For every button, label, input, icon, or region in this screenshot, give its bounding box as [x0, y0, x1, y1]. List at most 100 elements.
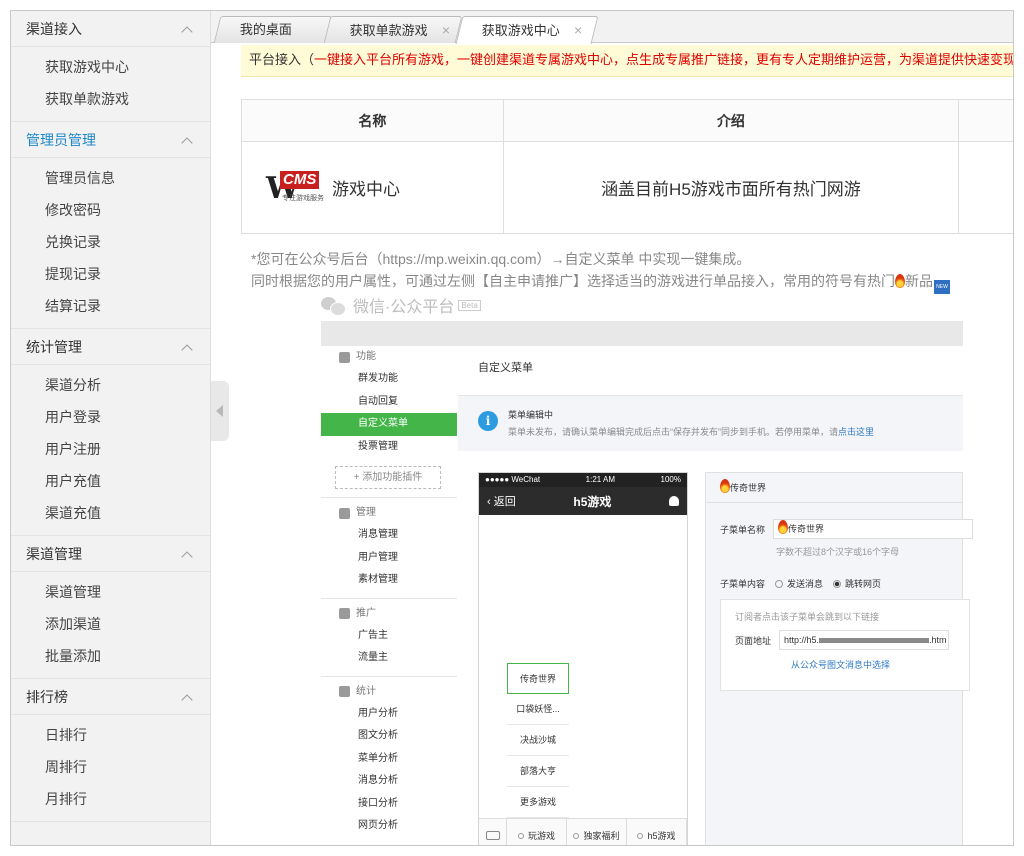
wechat-nav-item[interactable]: 素材管理: [321, 569, 457, 592]
submenu-item[interactable]: 更多游戏: [507, 787, 569, 818]
wechat-content: 自定义菜单 i 菜单编辑中 菜单未发布，请确认菜单编辑完成后点击“保存并发布”同…: [458, 346, 974, 845]
sidebar-group-title: 统计管理: [26, 338, 82, 355]
sidebar-item[interactable]: 用户注册: [11, 433, 210, 465]
sidebar-item[interactable]: 日排行: [11, 719, 210, 751]
table-header-row: 名称 介绍: [241, 99, 1013, 142]
pick-from-articles-link[interactable]: 从公众号图文消息中选择: [791, 658, 890, 671]
sidebar-item[interactable]: 修改密码: [11, 194, 210, 226]
sidebar-item[interactable]: 月排行: [11, 783, 210, 815]
wechat-nav-item[interactable]: 消息管理: [321, 524, 457, 547]
column-header-name: 名称: [241, 99, 504, 142]
sidebar-group-header[interactable]: 渠道接入: [11, 11, 210, 47]
sidebar-item[interactable]: 用户登录: [11, 401, 210, 433]
notice-bar: 平台接入（一键接入平台所有游戏，一键创建渠道专属游戏中心，点生成专属推广链接，更…: [241, 45, 1013, 77]
wechat-nav-item[interactable]: 消息分析: [321, 770, 457, 793]
sidebar-group-title: 渠道管理: [26, 545, 82, 562]
wechat-nav-section: 功能: [321, 346, 457, 368]
sidebar-item[interactable]: 提现记录: [11, 258, 210, 290]
app-window: 渠道接入 获取游戏中心 获取单款游戏 管理员管理 管理员信息 修改密码 兑换记录 提现记录 结算…: [10, 10, 1014, 846]
wechat-screenshot: 微信·公众平台 Beta 功能 群发功能 自动回复 自定义菜单 投票管理 + 添加功能插件…: [321, 293, 974, 845]
wechat-topbar: [321, 321, 963, 346]
chevron-up-icon[interactable]: [182, 135, 192, 145]
wechat-nav-item[interactable]: 自动回复: [321, 391, 457, 414]
submenu-item[interactable]: 决战沙城: [507, 725, 569, 756]
chevron-up-icon[interactable]: [182, 549, 192, 559]
sidebar: 渠道接入获取游戏中心 获取单款游戏管理员管理管理员信息 修改密码 兑换记录 提现记录 结算…: [11, 11, 211, 845]
table-row: W CMS 专注游戏服务 游戏中心 涵盖目前H5游戏市面所有热门网游: [241, 141, 1013, 234]
game-name: 游戏中心: [332, 180, 400, 199]
close-icon[interactable]: ×: [574, 17, 582, 43]
sidebar-item[interactable]: 周排行: [11, 751, 210, 783]
tab-label: 我的桌面: [239, 22, 292, 37]
game-center-table: 名称 介绍 W CMS 专注游戏服务 游戏中心 涵盖目前H5游戏市面所有热门网游: [241, 99, 1013, 234]
sidebar-item[interactable]: 获取游戏中心: [11, 51, 210, 83]
close-icon[interactable]: ×: [442, 17, 450, 43]
menu-item-h5[interactable]: h5游戏: [627, 819, 687, 845]
section-icon: [339, 351, 350, 363]
chevron-up-icon[interactable]: [182, 342, 192, 352]
phone-menu-bar: 玩游戏 独家福利 h5游戏: [479, 818, 687, 845]
collapse-sidebar-handle[interactable]: [211, 381, 229, 441]
wechat-nav-item[interactable]: 用户管理: [321, 547, 457, 570]
sidebar-item[interactable]: 渠道分析: [11, 369, 210, 401]
radio-send-message[interactable]: [775, 579, 784, 588]
sidebar-item[interactable]: 批量添加: [11, 640, 210, 672]
tab-label: 获取单款游戏: [349, 23, 428, 38]
click-here-link[interactable]: 点击这里: [838, 427, 874, 437]
sidebar-group-header[interactable]: 排行榜: [11, 679, 210, 715]
submenu-item[interactable]: 口袋妖怪...: [507, 694, 569, 725]
fire-icon: [895, 274, 905, 288]
info-icon: i: [478, 411, 498, 431]
wechat-nav-item[interactable]: 接口分析: [321, 793, 457, 816]
wechat-nav-item[interactable]: 流量主: [321, 647, 457, 670]
wechat-nav-item[interactable]: 用户分析: [321, 703, 457, 726]
wechat-nav-item[interactable]: 菜单分析: [321, 748, 457, 771]
tab-single-game[interactable]: 获取单款游戏 ×: [323, 16, 463, 43]
sidebar-item[interactable]: 管理员信息: [11, 162, 210, 194]
sidebar-group-header[interactable]: 管理员管理: [11, 122, 210, 158]
page-url-input[interactable]: http://h5. .htm: [779, 630, 950, 650]
sidebar-item[interactable]: 获取单款游戏: [11, 83, 210, 115]
tab-game-center[interactable]: 获取游戏中心 ×: [455, 16, 599, 44]
main-content: 平台接入（一键接入平台所有游戏，一键创建渠道专属游戏中心，点生成专属推广链接，更…: [229, 43, 1013, 845]
submenu-name-input[interactable]: 传奇世界: [773, 519, 974, 539]
sidebar-item[interactable]: 结算记录: [11, 290, 210, 322]
user-icon[interactable]: [669, 496, 679, 506]
wechat-nav-item[interactable]: 图文分析: [321, 725, 457, 748]
menu-item-play[interactable]: 玩游戏: [507, 819, 567, 845]
notice-prefix: 平台接入（: [249, 52, 315, 67]
submenu-item[interactable]: 部落大亨: [507, 756, 569, 787]
sidebar-group-header[interactable]: 统计管理: [11, 329, 210, 365]
phone-preview: ●●●●● WeChat 1:21 AM 100% ‹ 返回 h5游戏 传奇世界 口袋…: [478, 472, 688, 845]
sidebar-item[interactable]: 用户充值: [11, 465, 210, 497]
chevron-up-icon[interactable]: [182, 692, 192, 702]
sidebar-group-header[interactable]: 渠道管理: [11, 536, 210, 572]
sidebar-item[interactable]: 兑换记录: [11, 226, 210, 258]
sidebar-item[interactable]: 渠道管理: [11, 576, 210, 608]
sidebar-item[interactable]: 添加渠道: [11, 608, 210, 640]
name-cell: W CMS 专注游戏服务 游戏中心: [241, 141, 504, 234]
add-plugin-button[interactable]: + 添加功能插件: [335, 466, 441, 489]
back-button[interactable]: ‹ 返回: [487, 493, 516, 509]
wechat-nav-item[interactable]: 群发功能: [321, 368, 457, 391]
phone-title-bar: ‹ 返回 h5游戏: [479, 487, 687, 515]
menu-item-welfare[interactable]: 独家福利: [567, 819, 627, 845]
submenu-editor: 传奇世界 子菜单名称 传奇世界 字数不超过8个汉字或16个字母 子菜单内容 发送…: [705, 472, 974, 845]
wechat-nav-section: 统计: [321, 681, 457, 703]
chevron-up-icon[interactable]: [182, 24, 192, 34]
wechat-nav-item[interactable]: 投票管理: [321, 436, 457, 459]
wcms-logo: W CMS 专注游戏服务: [266, 170, 324, 206]
wechat-nav-item[interactable]: 自定义菜单: [321, 413, 457, 436]
tab-my-desktop[interactable]: 我的桌面: [213, 16, 333, 43]
wechat-page-title: 自定义菜单: [458, 346, 963, 396]
radio-jump-page[interactable]: [833, 579, 842, 588]
wechat-nav-item[interactable]: 网页分析: [321, 815, 457, 838]
column-header-intro: 介绍: [502, 99, 960, 142]
submenu-item[interactable]: 传奇世界: [507, 663, 569, 694]
sidebar-group-title: 管理员管理: [26, 131, 96, 148]
sidebar-item[interactable]: 渠道充值: [11, 497, 210, 529]
extra-cell: [958, 141, 1013, 234]
keyboard-icon[interactable]: [479, 819, 507, 845]
hint-new-label: 新品: [905, 273, 933, 289]
wechat-nav-item[interactable]: 广告主: [321, 625, 457, 648]
